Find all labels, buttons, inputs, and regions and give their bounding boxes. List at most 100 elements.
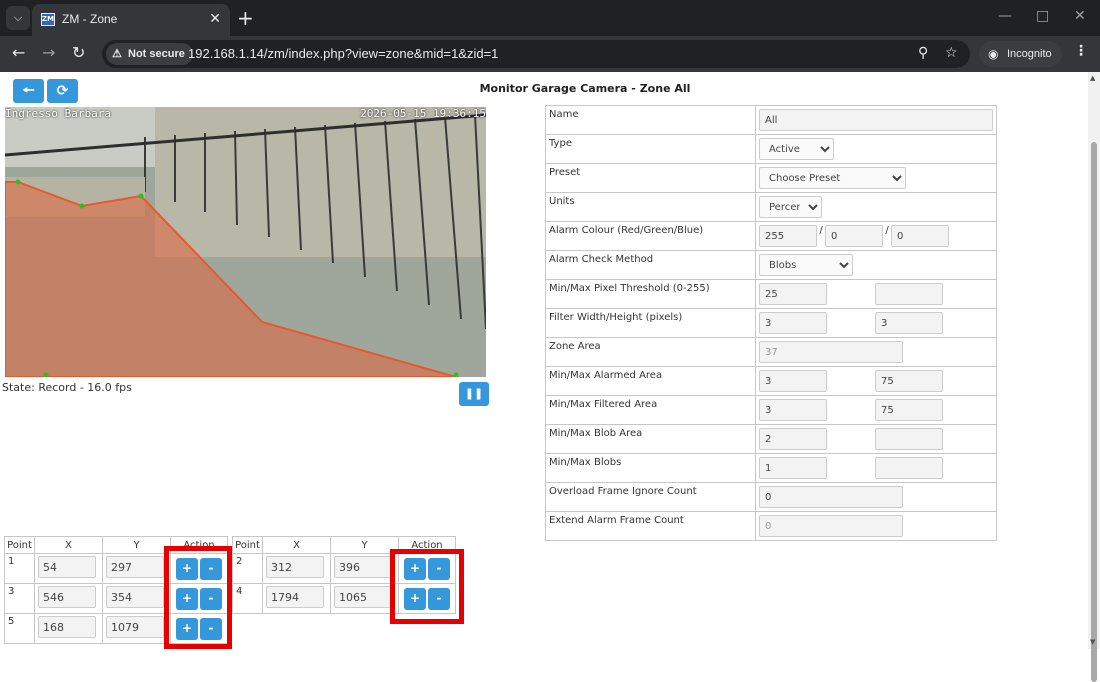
tab-title: ZM - Zone <box>62 12 118 26</box>
warning-icon: ⚠ <box>112 48 122 60</box>
zoom-icon[interactable]: ⚲ <box>918 45 928 61</box>
point-number: 1 <box>4 553 35 584</box>
alarm-green-input[interactable] <box>825 225 883 247</box>
camera-name-overlay: Ingresso Barbara <box>5 107 111 120</box>
x-header: X <box>34 536 103 554</box>
tab-close-icon[interactable]: ✕ <box>209 11 221 27</box>
incognito-label: Incognito <box>1007 48 1052 60</box>
page-content: 🠔 ⟳ Monitor Garage Camera - Zone All Ing… <box>0 72 1088 649</box>
camera-timestamp-overlay: 2026-05-15 19:36:15 <box>360 107 486 120</box>
incognito-badge[interactable]: ◉ Incognito <box>979 41 1062 67</box>
zone-settings-table: Name Type Active Preset Choose Preset Un… <box>545 105 997 541</box>
back-arrow-icon: 🠔 <box>22 83 35 99</box>
back-button[interactable]: 🠔 <box>13 79 44 103</box>
filtered-area-max-input[interactable] <box>875 399 943 421</box>
point-x-input[interactable] <box>38 586 96 608</box>
name-label: Name <box>545 105 756 135</box>
alarmed-area-max-input[interactable] <box>875 370 943 392</box>
browser-menu-icon[interactable]: ⋮ <box>1074 43 1088 59</box>
point-y-input[interactable] <box>106 556 164 578</box>
zm-favicon-icon: ZM <box>41 13 55 26</box>
blobs-max-input[interactable] <box>875 457 943 479</box>
point-x-input[interactable] <box>38 616 96 638</box>
address-bar[interactable]: ⚠ Not secure 192.168.1.14/zm/index.php?v… <box>102 40 970 68</box>
point-number: 5 <box>4 613 35 644</box>
alarmed-area-min-input[interactable] <box>759 370 827 392</box>
filtered-area-min-input[interactable] <box>759 399 827 421</box>
scroll-down-icon[interactable]: ▼ <box>1090 638 1095 646</box>
blob-area-max-input[interactable] <box>875 428 943 450</box>
zone-area-input <box>759 341 903 363</box>
browser-tab[interactable]: ZM ZM - Zone ✕ <box>32 4 230 36</box>
x-header: X <box>262 536 331 554</box>
reload-icon[interactable]: ↻ <box>72 43 85 62</box>
back-arrow-icon[interactable]: ← <box>12 43 25 62</box>
camera-view[interactable]: Ingresso Barbara 2026-05-15 19:36:15 <box>5 107 486 377</box>
filter-height-input[interactable] <box>875 312 943 334</box>
units-select[interactable]: Percent <box>759 196 822 218</box>
incognito-icon: ◉ <box>988 47 999 61</box>
maximize-icon[interactable]: □ <box>1036 8 1049 24</box>
refresh-icon: ⟳ <box>56 83 69 99</box>
page-title: Monitor Garage Camera - Zone All <box>479 82 691 95</box>
blobs-min-input[interactable] <box>759 457 827 479</box>
tab-search-button[interactable]: ⌵ <box>6 6 30 30</box>
browser-toolbar: ← → ↻ ⚠ Not secure 192.168.1.14/zm/index… <box>0 36 1100 72</box>
point-y-input[interactable] <box>106 586 164 608</box>
check-method-select[interactable]: Blobs <box>759 254 853 276</box>
pixel-threshold-label: Min/Max Pixel Threshold (0-255) <box>545 279 756 309</box>
type-select[interactable]: Active <box>759 138 834 160</box>
new-tab-icon[interactable]: + <box>237 6 254 30</box>
minimize-icon[interactable]: — <box>998 8 1012 24</box>
scroll-thumb[interactable] <box>1091 142 1097 682</box>
slash-separator: / <box>885 225 889 236</box>
scroll-up-icon[interactable]: ▲ <box>1090 74 1095 82</box>
units-label: Units <box>545 192 756 222</box>
point-x-input[interactable] <box>266 586 324 608</box>
extend-label: Extend Alarm Frame Count <box>545 511 756 541</box>
overload-label: Overload Frame Ignore Count <box>545 482 756 512</box>
point-number: 3 <box>4 583 35 614</box>
pause-icon: ❚❚ <box>464 387 484 400</box>
preset-label: Preset <box>545 163 756 193</box>
browser-tab-bar: ⌵ ZM ZM - Zone ✕ + — □ ✕ <box>0 0 1100 36</box>
point-y-input[interactable] <box>106 616 164 638</box>
alarm-red-input[interactable] <box>759 225 817 247</box>
pixel-threshold-min-input[interactable] <box>759 283 827 305</box>
blob-area-label: Min/Max Blob Area <box>545 424 756 454</box>
bookmark-star-icon[interactable]: ☆ <box>945 45 958 61</box>
blob-area-min-input[interactable] <box>759 428 827 450</box>
page-scrollbar[interactable]: ▲ ▼ <box>1088 72 1100 682</box>
url-text[interactable]: 192.168.1.14/zm/index.php?view=zone&mid=… <box>188 46 498 61</box>
not-secure-badge[interactable]: ⚠ Not secure <box>106 43 193 65</box>
filtered-area-label: Min/Max Filtered Area <box>545 395 756 425</box>
preset-select[interactable]: Choose Preset <box>759 167 906 189</box>
filter-label: Filter Width/Height (pixels) <box>545 308 756 338</box>
point-x-input[interactable] <box>266 556 324 578</box>
zone-area-label: Zone Area <box>545 337 756 367</box>
y-header: Y <box>102 536 171 554</box>
window-close-icon[interactable]: ✕ <box>1074 8 1086 24</box>
check-method-label: Alarm Check Method <box>545 250 756 280</box>
alarm-colour-label: Alarm Colour (Red/Green/Blue) <box>545 221 756 251</box>
overload-count-input[interactable] <box>759 486 903 508</box>
point-number: 4 <box>232 583 263 614</box>
extend-count-input <box>759 515 903 537</box>
pixel-threshold-max-input[interactable] <box>875 283 943 305</box>
point-x-input[interactable] <box>38 556 96 578</box>
point-y-input[interactable] <box>334 586 392 608</box>
filter-width-input[interactable] <box>759 312 827 334</box>
point-y-input[interactable] <box>334 556 392 578</box>
pause-button[interactable]: ❚❚ <box>459 382 489 406</box>
type-label: Type <box>545 134 756 164</box>
blobs-label: Min/Max Blobs <box>545 453 756 483</box>
y-header: Y <box>330 536 399 554</box>
forward-arrow-icon[interactable]: → <box>42 43 55 62</box>
highlight-box-left <box>164 546 232 649</box>
zone-name-input[interactable] <box>759 109 993 131</box>
stream-state: State: Record - 16.0 fps <box>2 381 132 394</box>
camera-image <box>5 107 486 377</box>
refresh-button[interactable]: ⟳ <box>47 79 78 103</box>
slash-separator: / <box>819 225 823 236</box>
alarm-blue-input[interactable] <box>891 225 949 247</box>
